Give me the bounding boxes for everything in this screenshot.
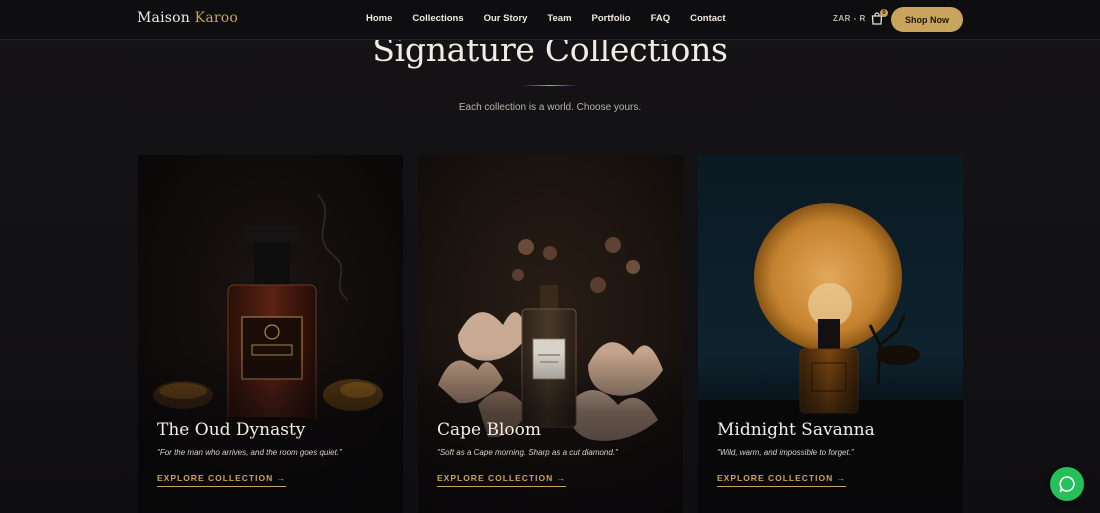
top-navigation: Maison Karoo Home Collections Our Story … bbox=[0, 0, 1100, 40]
section-subtitle: Each collection is a world. Choose yours… bbox=[458, 102, 642, 113]
card-title: The Oud Dynasty bbox=[157, 420, 306, 440]
card-quote: "Wild, warm, and impossible to forget." bbox=[717, 448, 854, 457]
card-overlay bbox=[418, 155, 683, 513]
explore-collection-link[interactable]: EXPLORE COLLECTION → bbox=[717, 473, 847, 487]
nav-item-collections[interactable]: Collections bbox=[412, 13, 463, 24]
brand-logo[interactable]: Maison Karoo bbox=[137, 10, 238, 26]
card-title: Midnight Savanna bbox=[717, 420, 875, 440]
brand-name: Maison bbox=[137, 10, 190, 26]
brand-name-accent: Karoo bbox=[194, 10, 239, 26]
card-quote: "Soft as a Cape morning. Sharp as a cut … bbox=[437, 448, 618, 457]
explore-collection-link[interactable]: EXPLORE COLLECTION → bbox=[157, 473, 287, 487]
card-overlay bbox=[138, 155, 403, 513]
nav-item-portfolio[interactable]: Portfolio bbox=[592, 13, 631, 24]
nav-item-our-story[interactable]: Our Story bbox=[484, 13, 528, 24]
explore-collection-link[interactable]: EXPLORE COLLECTION → bbox=[437, 473, 567, 487]
card-quote: "For the man who arrives, and the room g… bbox=[157, 448, 342, 457]
currency-selector[interactable]: ZAR - R bbox=[833, 14, 866, 23]
chat-button[interactable] bbox=[1050, 467, 1084, 501]
title-divider bbox=[522, 85, 578, 86]
nav-menu: Home Collections Our Story Team Portfoli… bbox=[366, 13, 746, 24]
collection-card-oud-dynasty[interactable]: The Oud Dynasty "For the man who arrives… bbox=[138, 155, 403, 513]
nav-item-faq[interactable]: FAQ bbox=[651, 13, 671, 24]
cart-count-badge: 0 bbox=[880, 9, 888, 17]
nav-item-home[interactable]: Home bbox=[366, 13, 392, 24]
page: Maison Karoo Home Collections Our Story … bbox=[0, 0, 1100, 513]
chat-bubble-icon bbox=[1059, 476, 1075, 493]
card-overlay bbox=[698, 155, 963, 513]
nav-item-team[interactable]: Team bbox=[547, 13, 571, 24]
card-title: Cape Bloom bbox=[437, 420, 542, 440]
shop-now-button[interactable]: Shop Now bbox=[891, 7, 963, 32]
collection-card-midnight-savanna[interactable]: Midnight Savanna "Wild, warm, and imposs… bbox=[698, 155, 963, 513]
collection-card-cape-bloom[interactable]: Cape Bloom "Soft as a Cape morning. Shar… bbox=[418, 155, 683, 513]
nav-item-contact[interactable]: Contact bbox=[690, 13, 725, 24]
